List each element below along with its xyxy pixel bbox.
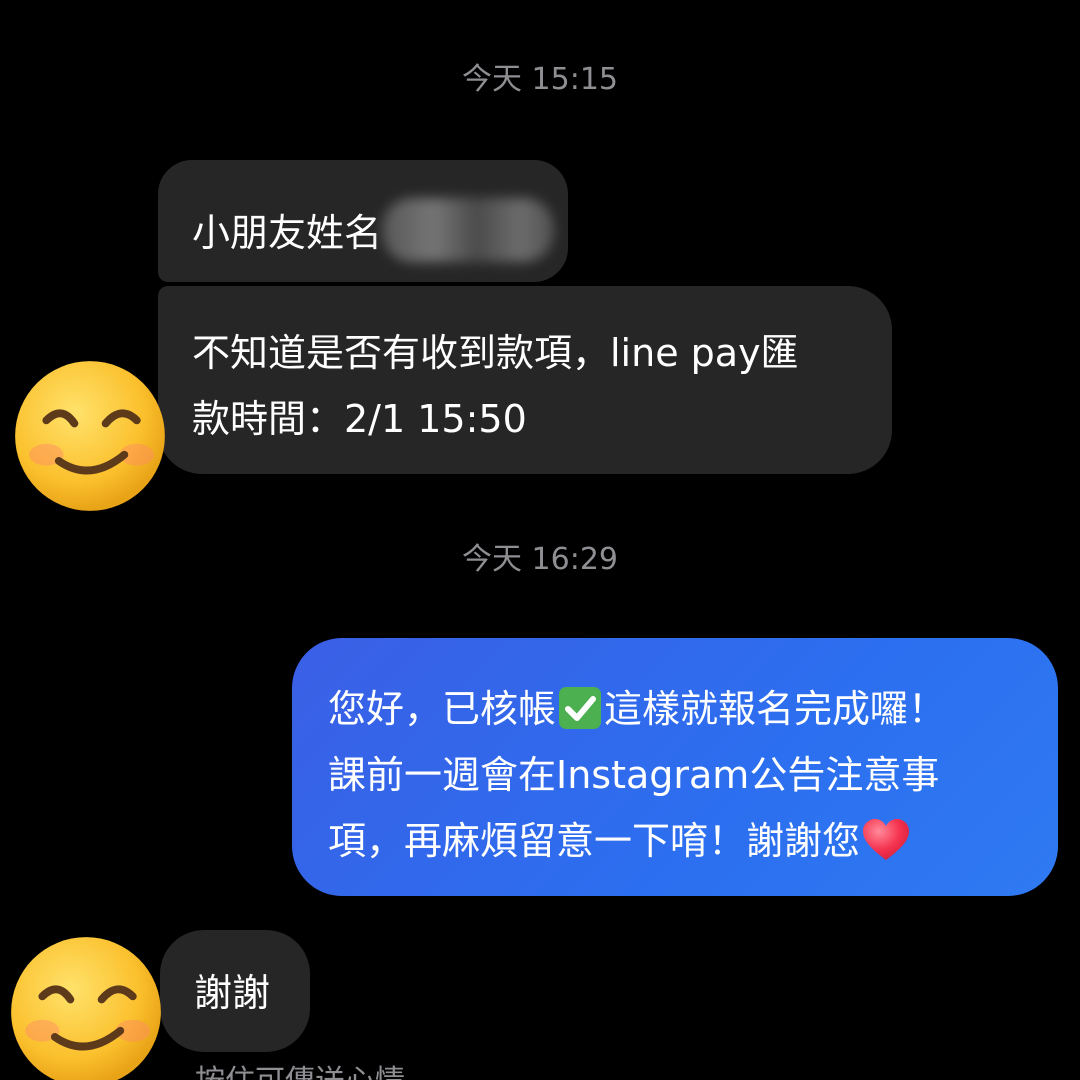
message-text: 小朋友姓名 — [192, 211, 383, 255]
message-text-line: 不知道是否有收到款項，line pay匯 — [192, 331, 799, 375]
timestamp: 今天 16:29 — [462, 542, 618, 577]
message-text-line: 項，再麻煩留意一下唷！謝謝您 — [328, 808, 1058, 874]
redacted-name — [382, 198, 554, 262]
timestamp: 今天 15:15 — [462, 62, 618, 97]
chat-thread: 今天 15:15 小朋友姓名 不知道是否有收到款項，line pay匯 款時間：… — [0, 0, 1080, 1080]
message-bubble-incoming[interactable]: 謝謝 — [160, 930, 310, 1052]
message-text-line: 課前一週會在Instagram公告注意事 — [328, 753, 940, 797]
hint-text: 按住可傳送心情 — [195, 1062, 405, 1080]
message-bubble-outgoing[interactable]: 您好，已核帳 這樣就報名完成囉！ 課前一週會在Instagram公告注意事 項，… — [292, 638, 1058, 896]
check-mark-icon — [559, 686, 602, 729]
message-text-line: 款時間：2/1 15:50 — [192, 397, 527, 441]
message-text: 謝謝 — [194, 971, 271, 1015]
heart-icon — [863, 818, 910, 860]
message-bubble-incoming[interactable]: 不知道是否有收到款項，line pay匯 款時間：2/1 15:50 — [158, 286, 892, 474]
smiling-face-avatar-icon[interactable] — [8, 934, 164, 1080]
smiling-face-avatar-icon[interactable] — [12, 358, 168, 514]
message-text-line: 您好，已核帳 這樣就報名完成囉！ — [328, 676, 1058, 742]
